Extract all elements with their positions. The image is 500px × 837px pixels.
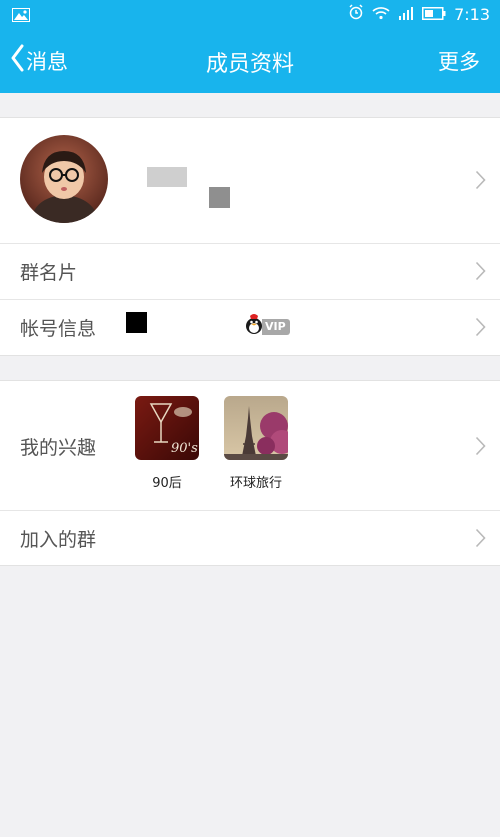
nav-bar: 消息 成员资料 更多 [0, 36, 500, 86]
chevron-right-icon [475, 436, 486, 460]
vip-badge: VIP [262, 319, 290, 335]
group-card-label: 群名片 [20, 262, 78, 284]
account-info-row[interactable]: 帐号信息 VIP [0, 299, 500, 355]
interest-item[interactable]: 环球旅行 [223, 396, 289, 491]
nickname-redacted [147, 167, 187, 187]
chevron-right-icon [475, 261, 486, 285]
interest-name: 环球旅行 [229, 476, 282, 491]
interests-row[interactable]: 我的兴趣 90's 90后 环球旅行 [0, 381, 500, 511]
interest-thumbnail [224, 396, 288, 460]
chevron-right-icon [475, 528, 486, 552]
group-card-row[interactable]: 群名片 [0, 243, 500, 300]
account-redacted [126, 312, 147, 333]
more-button[interactable]: 更多 [438, 46, 480, 76]
interests-section: 我的兴趣 90's 90后 环球旅行 加入的群 [0, 380, 500, 566]
info-redacted [209, 187, 230, 208]
signal-icon [398, 5, 414, 24]
joined-groups-label: 加入的群 [20, 529, 97, 551]
chevron-right-icon [475, 170, 486, 194]
interest-name: 90后 [152, 476, 182, 491]
profile-section: 群名片 帐号信息 VIP [0, 117, 500, 356]
alarm-icon [348, 4, 364, 24]
interest-item[interactable]: 90's 90后 [134, 396, 200, 491]
battery-icon [422, 5, 446, 24]
page-title: 成员资料 [205, 52, 294, 77]
status-bar: 7:13 [0, 0, 500, 30]
joined-groups-row[interactable]: 加入的群 [0, 510, 500, 565]
top-bar: 7:13 消息 成员资料 更多 [0, 0, 500, 93]
image-notification-icon [12, 7, 30, 26]
interest-thumb-text: 90's [171, 441, 198, 456]
interests-label: 我的兴趣 [20, 437, 97, 459]
interest-thumbnail: 90's [135, 396, 199, 460]
qq-penguin-icon [244, 313, 264, 339]
account-info-label: 帐号信息 [20, 318, 97, 340]
status-time: 7:13 [454, 4, 490, 24]
avatar [20, 135, 108, 223]
wifi-icon [372, 5, 390, 24]
chevron-right-icon [475, 317, 486, 341]
profile-row[interactable] [0, 118, 500, 244]
